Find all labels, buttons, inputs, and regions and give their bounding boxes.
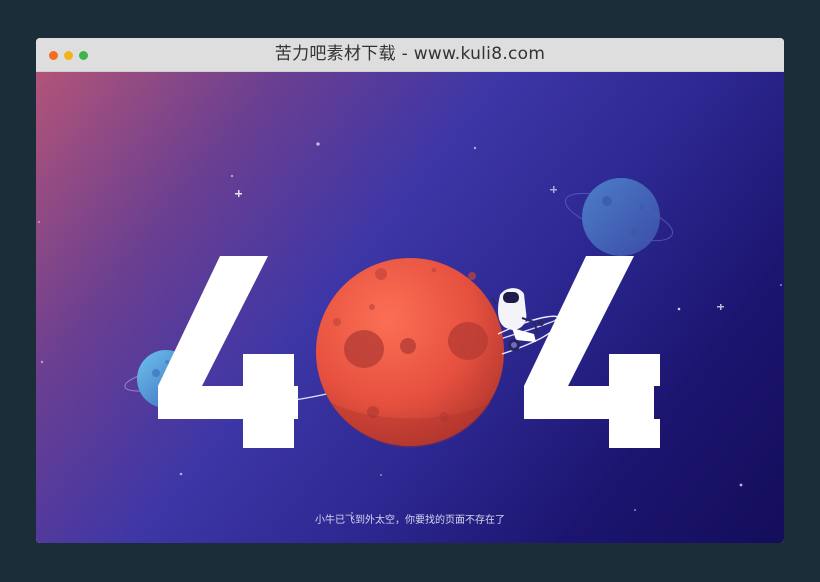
star-icon: [717, 304, 724, 310]
star-icon: [38, 221, 40, 223]
star-icon: [230, 174, 234, 178]
star-icon: [235, 190, 242, 197]
red-planet-icon: [316, 258, 504, 448]
star-icon: [40, 360, 44, 364]
star-icon: [677, 307, 681, 311]
star-icon: [634, 509, 636, 511]
star-icon: [316, 142, 320, 146]
window-title: 苦力吧素材下载 - www.kuli8.com: [274, 44, 546, 64]
digit-four-left: [158, 256, 298, 448]
star-icon: [550, 186, 557, 193]
star-icon: [473, 146, 477, 150]
star-icon: [780, 284, 782, 286]
title-bar: 苦力吧素材下载 - www.kuli8.com: [36, 38, 784, 72]
digit-four-right: [524, 256, 660, 448]
star-icon: [380, 474, 382, 476]
space-scene: [38, 142, 782, 514]
large-blue-planet-icon: [564, 178, 674, 256]
star-icon: [739, 483, 743, 487]
star-icon: [179, 472, 183, 476]
error-page-content: 小牛已飞到外太空，你要找的页面不存在了: [36, 72, 784, 543]
not-found-message: 小牛已飞到外太空，你要找的页面不存在了: [315, 515, 505, 526]
browser-window: 苦力吧素材下载 - www.kuli8.com 小牛已飞到外太空，你要找的页面不…: [36, 38, 784, 543]
